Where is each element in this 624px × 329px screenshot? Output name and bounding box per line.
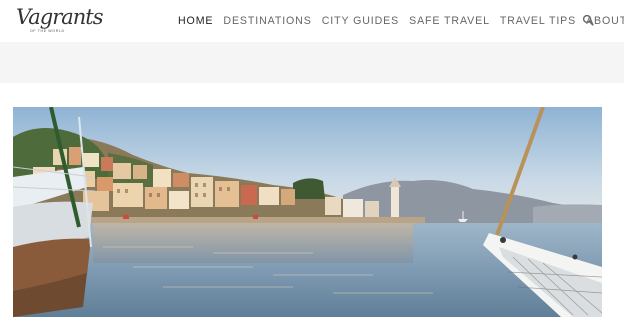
nav-item-home[interactable]: HOME (178, 14, 213, 28)
nav-item-safe-travel[interactable]: SAFE TRAVEL (409, 14, 490, 28)
site-logo[interactable]: Vagrants OF THE WORLD (16, 4, 103, 38)
nav-item-destinations[interactable]: DESTINATIONS (223, 14, 311, 28)
site-header: Vagrants OF THE WORLD HOME DESTINATIONS … (0, 0, 624, 42)
logo-tagline: OF THE WORLD (30, 29, 65, 33)
main-nav: HOME DESTINATIONS CITY GUIDES SAFE TRAVE… (178, 13, 624, 29)
nav-item-city-guides[interactable]: CITY GUIDES (322, 14, 399, 28)
hero-image[interactable] (13, 107, 602, 317)
harbor-photo (13, 107, 602, 317)
logo-text: Vagrants (16, 5, 103, 29)
nav-item-travel-tips[interactable]: TRAVEL TIPS (500, 14, 576, 28)
header-spacer-band (0, 42, 624, 83)
search-icon[interactable] (582, 13, 594, 26)
